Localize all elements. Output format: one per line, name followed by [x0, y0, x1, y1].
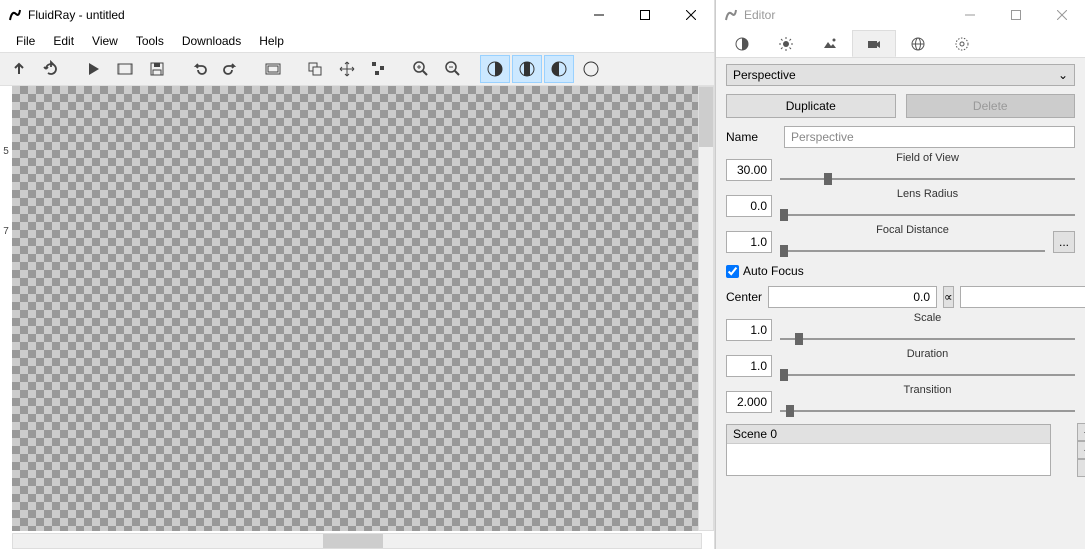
frame-icon[interactable]: [258, 55, 288, 83]
contrast-c-icon[interactable]: [544, 55, 574, 83]
transition-input[interactable]: [726, 391, 772, 413]
scene-list[interactable]: Scene 0: [726, 424, 1051, 476]
scene-list-item[interactable]: Scene 0: [727, 425, 1050, 444]
duration-input[interactable]: [726, 355, 772, 377]
duration-slider[interactable]: Duration: [780, 352, 1075, 380]
focal-distance-slider[interactable]: Focal Distance: [780, 228, 1045, 256]
main-titlebar: FluidRay - untitled: [0, 0, 714, 30]
canvas-area: 5 7: [0, 86, 714, 549]
name-label: Name: [726, 130, 776, 144]
scale-slider[interactable]: Scale: [780, 316, 1075, 344]
play-icon[interactable]: [78, 55, 108, 83]
contrast-b-icon[interactable]: [512, 55, 542, 83]
app-logo-icon: [8, 8, 22, 22]
scatter-icon[interactable]: [364, 55, 394, 83]
toolbar: [0, 52, 714, 86]
tab-light-icon[interactable]: [764, 30, 808, 57]
lens-radius-slider[interactable]: Lens Radius: [780, 192, 1075, 220]
menu-file[interactable]: File: [8, 32, 43, 50]
fov-input[interactable]: [726, 159, 772, 181]
menubar: File Edit View Tools Downloads Help: [0, 30, 714, 52]
close-button[interactable]: [668, 0, 714, 30]
editor-close-button[interactable]: [1039, 0, 1085, 30]
editor-tabs: [716, 30, 1085, 58]
center-y-input[interactable]: [960, 286, 1085, 308]
scene-remove-button[interactable]: −: [1077, 441, 1085, 459]
menu-tools[interactable]: Tools: [128, 32, 172, 50]
upload-icon[interactable]: [4, 55, 34, 83]
main-window: FluidRay - untitled File Edit View Tools…: [0, 0, 715, 549]
tab-environment-icon[interactable]: [808, 30, 852, 57]
menu-view[interactable]: View: [84, 32, 126, 50]
horizontal-scrollbar[interactable]: [12, 533, 702, 549]
save-icon[interactable]: [142, 55, 172, 83]
editor-maximize-button[interactable]: [993, 0, 1039, 30]
duplicate-button[interactable]: Duplicate: [726, 94, 896, 118]
fov-slider[interactable]: Field of View: [780, 156, 1075, 184]
editor-window: Editor Perspective ⌄ Duplicate Delete Na…: [715, 0, 1085, 549]
autofocus-checkbox[interactable]: [726, 265, 739, 278]
camera-type-dropdown[interactable]: Perspective ⌄: [726, 64, 1075, 86]
circle-outline-icon[interactable]: [576, 55, 606, 83]
tab-settings-icon[interactable]: [940, 30, 984, 57]
center-label: Center: [726, 290, 762, 304]
chevron-down-icon: ⌄: [1058, 68, 1068, 82]
menu-help[interactable]: Help: [251, 32, 292, 50]
window-title: FluidRay - untitled: [28, 8, 125, 22]
editor-title: Editor: [744, 8, 775, 22]
scale-input[interactable]: [726, 319, 772, 341]
center-x-input[interactable]: [768, 286, 937, 308]
focal-more-button[interactable]: ...: [1053, 231, 1075, 253]
tab-camera-icon[interactable]: [852, 30, 896, 57]
scene-add-button[interactable]: +: [1077, 423, 1085, 441]
zoom-in-icon[interactable]: [406, 55, 436, 83]
redo-icon[interactable]: [216, 55, 246, 83]
minimize-button[interactable]: [576, 0, 622, 30]
maximize-button[interactable]: [622, 0, 668, 30]
scene-moveup-button[interactable]: ↑: [1077, 459, 1085, 477]
link-xy-button[interactable]: ∝: [943, 286, 954, 308]
editor-titlebar: Editor: [716, 0, 1085, 30]
tab-world-icon[interactable]: [896, 30, 940, 57]
name-input[interactable]: [784, 126, 1075, 148]
contrast-a-icon[interactable]: [480, 55, 510, 83]
autofocus-label: Auto Focus: [743, 264, 804, 278]
editor-minimize-button[interactable]: [947, 0, 993, 30]
undo-icon[interactable]: [184, 55, 214, 83]
film-icon[interactable]: [110, 55, 140, 83]
transition-slider[interactable]: Transition: [780, 388, 1075, 416]
copy-rect-icon[interactable]: [300, 55, 330, 83]
zoom-out-icon[interactable]: [438, 55, 468, 83]
viewport-canvas[interactable]: [12, 86, 702, 531]
app-logo-icon: [724, 8, 738, 22]
vertical-scrollbar[interactable]: [698, 86, 714, 531]
refresh-icon[interactable]: [36, 55, 66, 83]
editor-body: Perspective ⌄ Duplicate Delete Name Fiel…: [716, 58, 1085, 549]
focal-distance-input[interactable]: [726, 231, 772, 253]
menu-downloads[interactable]: Downloads: [174, 32, 249, 50]
tab-tonemap-icon[interactable]: [720, 30, 764, 57]
delete-button[interactable]: Delete: [906, 94, 1076, 118]
lens-radius-input[interactable]: [726, 195, 772, 217]
move-icon[interactable]: [332, 55, 362, 83]
menu-edit[interactable]: Edit: [45, 32, 82, 50]
left-ruler: 5 7: [0, 146, 12, 246]
